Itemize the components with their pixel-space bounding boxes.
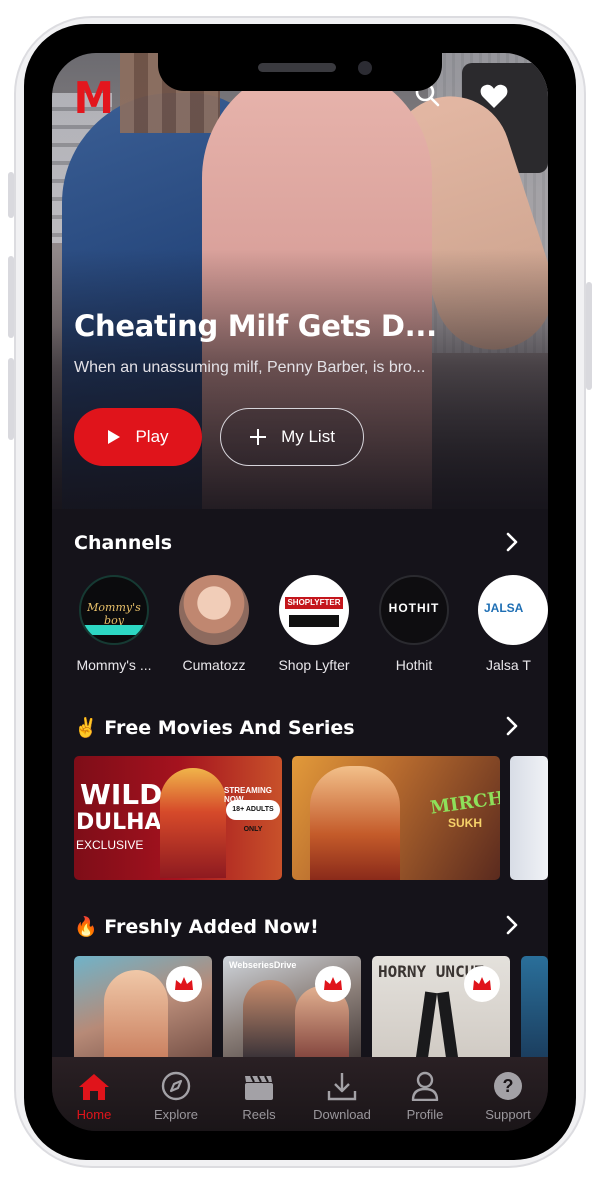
nav-label: Home xyxy=(76,1107,112,1122)
my-list-button[interactable]: My List xyxy=(220,408,364,466)
channels-section-title: Channels xyxy=(74,532,173,554)
nav-label: Explore xyxy=(153,1107,199,1122)
speaker xyxy=(258,63,336,72)
channel-item-shop-lyfter[interactable]: SHOPLYFTER Shop Lyfter xyxy=(268,575,360,673)
nav-label: Support xyxy=(485,1107,531,1122)
channel-avatar: HOTHIT xyxy=(379,575,449,645)
mute-switch xyxy=(8,172,14,218)
play-button-label: Play xyxy=(135,427,169,446)
nav-label: Profile xyxy=(406,1107,444,1122)
user-icon xyxy=(383,1057,467,1101)
nav-label: Reels xyxy=(242,1107,276,1122)
nav-reels[interactable]: Reels xyxy=(217,1057,301,1131)
channel-name: Shop Lyfter xyxy=(278,657,350,673)
channel-logo-text: JALSA xyxy=(484,601,524,615)
channel-name: Jalsa T xyxy=(486,657,531,673)
play-icon xyxy=(108,430,121,444)
help-icon: ? xyxy=(466,1057,548,1101)
home-icon xyxy=(52,1057,136,1101)
channel-logo-text: SHOPLYFTER xyxy=(285,597,343,609)
volume-down-button xyxy=(8,358,14,440)
hero-title: Cheating Milf Gets D... xyxy=(74,309,437,343)
bottom-navigation: Home Explore Reels Download Profile ? Su… xyxy=(52,1057,548,1131)
nav-label: Download xyxy=(313,1107,371,1122)
free-movie-card[interactable]: WILD DULHAN EXCLUSIVE STREAMING NOW 18+ … xyxy=(74,756,282,880)
channel-logo-text: Mommy's boy xyxy=(87,601,141,627)
download-icon xyxy=(300,1057,384,1101)
channel-logo-stripe xyxy=(81,625,147,635)
free-movies-see-all-chevron-icon[interactable] xyxy=(506,716,518,741)
heart-icon[interactable] xyxy=(480,83,508,114)
card-figure xyxy=(104,970,168,1066)
fresh-section-title: 🔥 Freshly Added Now! xyxy=(74,916,319,938)
card-figure xyxy=(436,991,460,1066)
my-list-button-label: My List xyxy=(281,427,335,446)
volume-up-button xyxy=(8,256,14,338)
channels-see-all-chevron-icon[interactable] xyxy=(506,532,518,557)
premium-crown-icon xyxy=(166,966,202,1002)
card-figure xyxy=(243,980,297,1066)
channel-name: Hothit xyxy=(395,657,433,673)
plus-icon xyxy=(250,429,267,445)
card-figure xyxy=(310,766,400,880)
front-camera xyxy=(358,61,372,75)
app-screen: M Cheating Milf Gets D... When an unassu… xyxy=(52,53,548,1131)
compass-icon xyxy=(134,1057,218,1101)
nav-profile[interactable]: Profile xyxy=(383,1057,467,1131)
hero-banner[interactable]: M Cheating Milf Gets D... When an unassu… xyxy=(52,53,548,509)
card-subtitle: EXCLUSIVE xyxy=(76,838,144,852)
age-badge: 18+ ADULTS ONLY xyxy=(226,800,280,833)
card-figure xyxy=(160,768,226,878)
channel-avatar: JALSA xyxy=(478,575,548,645)
nav-download[interactable]: Download xyxy=(300,1057,384,1131)
fresh-card[interactable] xyxy=(521,956,548,1066)
premium-crown-icon xyxy=(464,966,500,1002)
card-figure xyxy=(414,991,438,1066)
premium-crown-icon xyxy=(315,966,351,1002)
app-logo[interactable]: M xyxy=(74,73,114,124)
channel-item-hothit[interactable]: HOTHIT Hothit xyxy=(368,575,460,673)
nav-support[interactable]: ? Support xyxy=(466,1057,548,1131)
play-button[interactable]: Play xyxy=(74,408,202,466)
notch xyxy=(158,53,442,91)
channel-avatar xyxy=(179,575,249,645)
svg-text:?: ? xyxy=(503,1076,514,1096)
card-title: MIRCHI xyxy=(428,786,500,819)
card-subtitle: SUKH xyxy=(448,816,483,830)
channel-logo-stripe xyxy=(289,615,339,627)
hero-gradient xyxy=(52,249,548,509)
card-title: WILD xyxy=(80,778,163,811)
fresh-card[interactable]: HORNY UNCUT xyxy=(372,956,510,1066)
free-movie-card[interactable] xyxy=(510,756,548,880)
channel-item-jalsa[interactable]: JALSA Jalsa T xyxy=(468,575,548,673)
nav-home[interactable]: Home xyxy=(52,1057,136,1131)
channel-logo-text: HOTHIT xyxy=(388,601,440,615)
nav-explore[interactable]: Explore xyxy=(134,1057,218,1131)
channel-name: Cumatozz xyxy=(182,657,246,673)
channel-name: Mommy's ... xyxy=(76,657,152,673)
fresh-see-all-chevron-icon[interactable] xyxy=(506,915,518,940)
channel-avatar: SHOPLYFTER xyxy=(279,575,349,645)
power-button xyxy=(586,282,592,390)
free-movies-section-title: ✌️ Free Movies And Series xyxy=(74,717,355,739)
channel-avatar: Mommy's boy xyxy=(79,575,149,645)
fresh-card[interactable] xyxy=(74,956,212,1066)
channel-item-cumatozz[interactable]: Cumatozz xyxy=(168,575,260,673)
fresh-card[interactable]: WebseriesDrive xyxy=(223,956,361,1066)
hero-description: When an unassuming milf, Penny Barber, i… xyxy=(74,359,426,376)
card-label: WebseriesDrive xyxy=(229,960,297,970)
channel-item-mommys[interactable]: Mommy's boy Mommy's ... xyxy=(68,575,160,673)
clapperboard-icon xyxy=(217,1057,301,1101)
free-movie-card[interactable]: MIRCHI SUKH xyxy=(292,756,500,880)
